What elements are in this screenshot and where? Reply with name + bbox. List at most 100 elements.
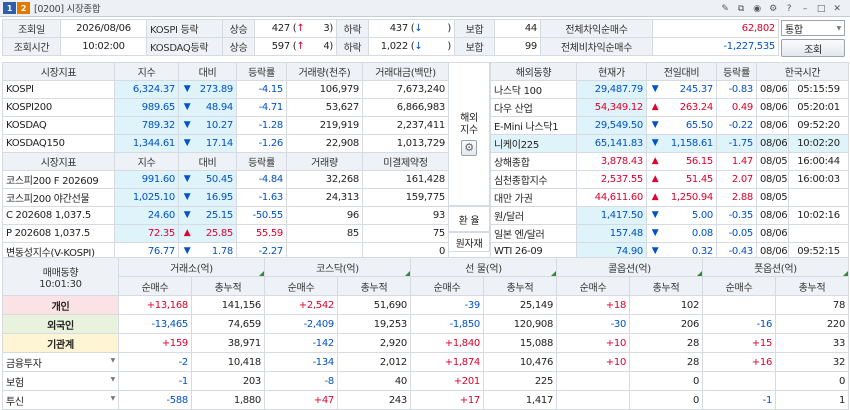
overseas-row[interactable]: E-Mini 나스닥1 29,549.50 ▼ 65.50 -0.22 08/06 09:5… xyxy=(490,116,850,135)
overseas-date: 08/06 xyxy=(756,98,789,117)
trend-group-header[interactable]: 선 물(억) xyxy=(409,257,558,277)
trend-group-header[interactable]: 풋옵션(억) xyxy=(702,257,850,277)
cumulative-value: 1 xyxy=(775,390,850,410)
query-time-value[interactable]: 10:02:00 xyxy=(60,37,147,56)
index-row[interactable]: KOSPI200 989.65 ▼ 48.94 -4.71 53,627 6,866,983 xyxy=(2,98,449,117)
change-value: 16.95 xyxy=(205,192,233,203)
settings-icon[interactable]: ⚙ xyxy=(766,2,780,15)
index-rate: -4.15 xyxy=(236,80,287,99)
change-arrow-icon: ▼ xyxy=(183,102,191,112)
index-header-cell: 시장지표 xyxy=(2,152,115,171)
close-icon[interactable]: ✕ xyxy=(830,2,844,15)
index-row[interactable]: KOSPI 6,324.37 ▼ 273.89 -4.15 106,979 7,673,24… xyxy=(2,80,449,99)
overseas-time: 16:00:03 xyxy=(787,170,850,189)
change-arrow-icon: ▼ xyxy=(651,120,659,130)
maximize-icon[interactable]: □ xyxy=(814,2,828,15)
cumulative-value: 33 xyxy=(775,333,850,353)
change-arrow-icon: ▲ xyxy=(651,156,659,166)
overseas-rate: -0.05 xyxy=(716,224,757,243)
index-amount: 7,673,240 xyxy=(362,80,449,99)
window-title: [0200] 시장종합 xyxy=(34,4,101,15)
investor-name[interactable]: 금융투자 xyxy=(2,352,119,372)
overseas-row[interactable]: 대만 가권 44,611.60 ▲ 1,250.94 2.88 08/05 xyxy=(490,188,850,207)
index-rate: -50.55 xyxy=(236,206,287,225)
index-row[interactable]: KOSDAQ150 1,344.61 ▼ 17.14 -1.26 22,908 1,013,… xyxy=(2,134,449,153)
cumulative-value: 28 xyxy=(629,333,704,353)
overseas-row[interactable]: 니케이225 65,141.83 ▼ 1,158.61 -1.75 08/06 10:02:… xyxy=(490,134,850,153)
window-titlebar: 1 2 [0200] 시장종합 ✎ ⧉ ◉ ⚙ ? – □ ✕ xyxy=(0,0,850,17)
change-arrow-icon: ▼ xyxy=(651,84,659,94)
net-buy-value: +18 xyxy=(556,295,631,315)
investor-row[interactable]: 투신-5881,880+47243+171,417 0-11 xyxy=(2,390,850,410)
arbitrage-net-value: 62,802 xyxy=(652,19,779,38)
change-arrow-icon: ▼ xyxy=(183,138,191,148)
index-header-cell: 시장지표 xyxy=(2,62,115,81)
index-volume: 219,919 xyxy=(286,116,363,135)
index-header-cell: 대비 xyxy=(178,62,237,81)
change-arrow-icon: ▼ xyxy=(183,246,191,256)
query-date-value[interactable]: 2026/08/06 xyxy=(60,19,147,38)
change-value: 17.14 xyxy=(205,138,233,149)
cumulative-header: 총누적 xyxy=(482,276,558,296)
investor-name[interactable]: 보험 xyxy=(2,371,119,391)
trend-group-header[interactable]: 코스닥(억) xyxy=(264,257,411,277)
cumulative-header: 총누적 xyxy=(775,276,850,296)
investor-row[interactable]: 개인 +13,168 141,156 +2,542 51,690 -39 25,149 +18… xyxy=(2,295,850,315)
link-icon[interactable]: ⧉ xyxy=(734,2,748,15)
kosdaq-breadth-label: KOSDAQ등락 xyxy=(146,37,223,56)
gear-icon[interactable]: ⚙ xyxy=(461,139,477,156)
trend-group-header[interactable]: 콜옵션(억) xyxy=(556,257,704,277)
overseas-row[interactable]: 원/달러 1,417.50 ▼ 5.00 -0.35 08/06 10:02:16 xyxy=(490,206,850,225)
investor-name[interactable]: 투신 xyxy=(2,390,119,410)
change-value: 1.78 xyxy=(211,246,233,257)
index-volume: 85 xyxy=(286,224,363,243)
index-name: 코스피200 F 202609 xyxy=(2,170,115,189)
overseas-header-cell: 해외동향 xyxy=(490,62,577,81)
change-value: 25.85 xyxy=(205,228,233,239)
change-arrow-icon: ▼ xyxy=(183,120,191,130)
trend-group-header[interactable]: 거래소(억) xyxy=(118,257,265,277)
overseas-row[interactable]: 다우 산업 54,349.12 ▲ 263.24 0.49 08/06 05:20:01 xyxy=(490,98,850,117)
edit-icon[interactable]: ✎ xyxy=(718,2,732,15)
index-rate: -1.63 xyxy=(236,188,287,207)
overseas-name: 원/달러 xyxy=(490,206,577,225)
cumulative-value: 15,088 xyxy=(482,333,558,353)
investor-row[interactable]: 금융투자-210,418-1342,012+1,87410,476+1028+1… xyxy=(2,352,850,372)
index-volume: 24,313 xyxy=(286,188,363,207)
cumulative-value: 225 xyxy=(482,371,558,391)
index-header-cell: 등락률 xyxy=(236,152,287,171)
change-arrow-icon: ▼ xyxy=(183,210,191,220)
investor-row[interactable]: 보험-1203-840+201225 0 0 xyxy=(2,371,850,391)
index-value: 1,344.61 xyxy=(114,134,179,153)
overseas-date: 08/06 xyxy=(756,116,789,135)
overseas-time: 10:02:20 xyxy=(787,134,850,153)
minimize-icon[interactable]: – xyxy=(798,2,812,15)
overseas-change: ▼ 0.08 xyxy=(646,224,717,243)
net-buy-value: +10 xyxy=(556,333,631,353)
index-row[interactable]: C 202608 1,037.5 24.60 ▼ 25.15 -50.55 96 93 xyxy=(2,206,449,225)
cumulative-value: 141,156 xyxy=(191,295,265,315)
overseas-row[interactable]: 나스닥 100 29,487.79 ▼ 245.37 -0.83 08/06 05:15:5… xyxy=(490,80,850,99)
camera-icon[interactable]: ◉ xyxy=(750,2,764,15)
help-icon[interactable]: ? xyxy=(782,2,796,15)
query-button[interactable]: 조회 xyxy=(781,39,845,57)
index-row[interactable]: 코스피200 야간선물 1,025.10 ▼ 16.95 -1.63 24,313 159,… xyxy=(2,188,449,207)
overseas-name: 일본 엔/달러 xyxy=(490,224,577,243)
net-buy-header: 순매수 xyxy=(410,276,484,296)
change-arrow-icon: ▼ xyxy=(651,228,659,238)
overseas-row[interactable]: 상해종합 3,878.43 ▲ 56.15 1.47 08/05 16:00:44 xyxy=(490,152,850,171)
index-row[interactable]: KOSDAQ 789.32 ▼ 10.27 -1.28 219,919 2,237,411 xyxy=(2,116,449,135)
index-name: C 202608 1,037.5 xyxy=(2,206,115,225)
overseas-row[interactable]: 심천종합지수 2,537.55 ▲ 51.45 2.07 08/05 16:00:03 xyxy=(490,170,850,189)
investor-trend-table: 매매동향 10:01:30 거래소(억) 코스닥(억) 선 물(억) 콜옵션(억) 풋옵션(… xyxy=(2,257,850,410)
cumulative-value: 203 xyxy=(191,371,265,391)
investor-row[interactable]: 기관계 +159 38,971 -142 2,920 +1,840 15,088 +10 28 +… xyxy=(2,333,850,353)
net-buy-value: -13,465 xyxy=(118,314,192,334)
index-row[interactable]: 코스피200 F 202609 991.60 ▼ 50.45 -4.84 32,268 16… xyxy=(2,170,449,189)
investor-row[interactable]: 외국인 -13,465 74,659 -2,409 19,253 -1,850 120,90… xyxy=(2,314,850,334)
index-row[interactable]: P 202608 1,037.5 72.35 ▲ 25.85 55.59 85 75 xyxy=(2,224,449,243)
index-header-cell: 미결제약정 xyxy=(362,152,449,171)
overseas-row[interactable]: 일본 엔/달러 157.48 ▼ 0.08 -0.05 08/06 xyxy=(490,224,850,243)
net-buy-value: +17 xyxy=(410,390,484,410)
market-type-select[interactable]: 통합 xyxy=(781,20,845,36)
